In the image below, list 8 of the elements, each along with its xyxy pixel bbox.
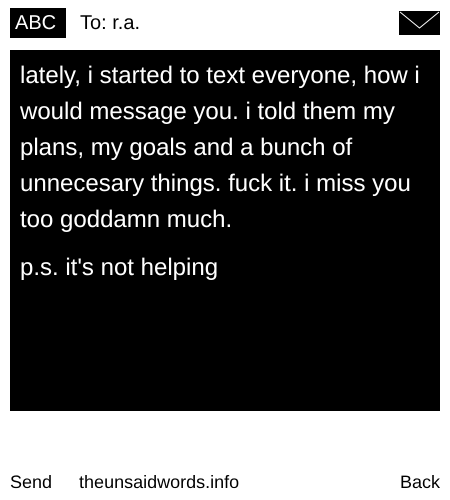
recipient-label: To: r.a. (80, 11, 140, 36)
back-button[interactable]: Back (400, 470, 440, 494)
input-mode-badge: ABC (10, 8, 66, 38)
message-paragraph: p.s. it's not helping (20, 253, 220, 283)
message-paragraph: lately, i started to text everyone, how i would message you. i told them my plans, my goals and a bunch of unnecesary things. fuck it. i miss you too goddamn much. (20, 61, 421, 235)
envelope-icon (399, 11, 440, 35)
send-button[interactable]: Send (10, 470, 52, 494)
site-link[interactable]: theunsaidwords.info (79, 470, 240, 494)
